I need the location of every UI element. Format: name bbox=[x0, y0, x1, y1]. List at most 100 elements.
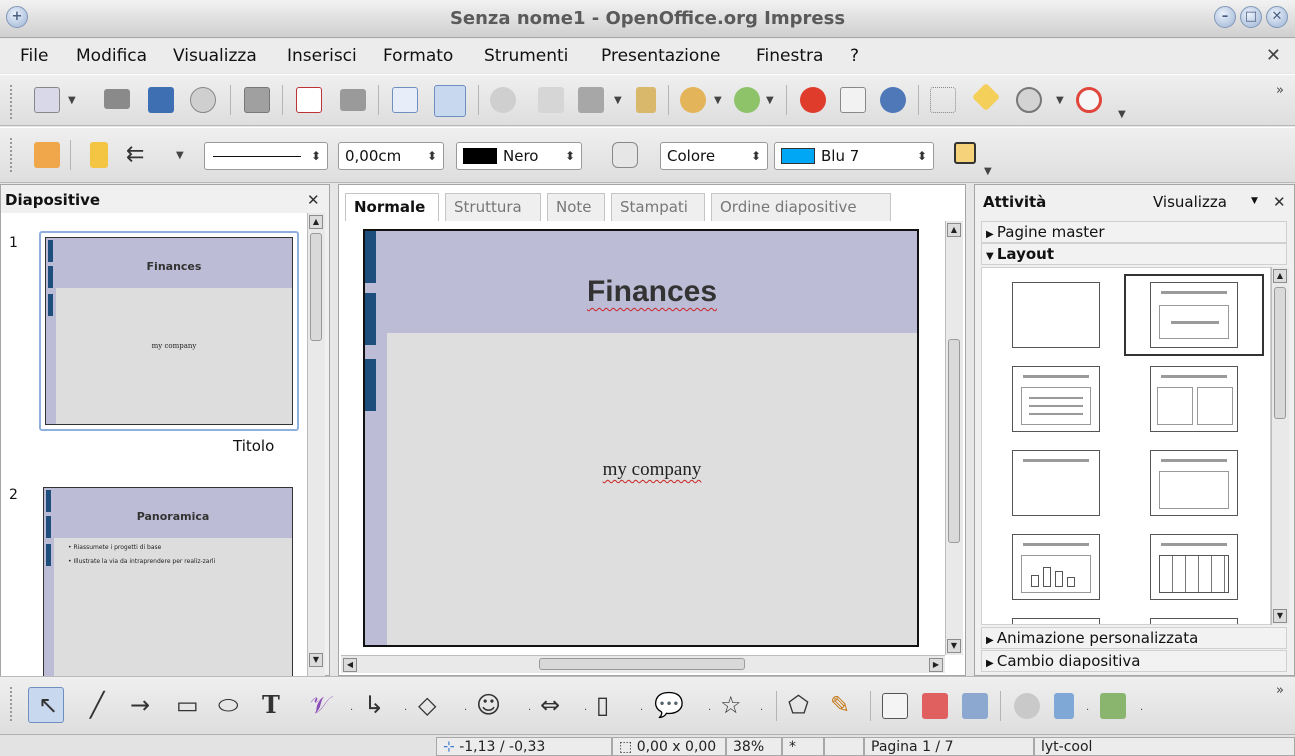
extrusion-icon[interactable] bbox=[1014, 693, 1040, 719]
line-tool-icon[interactable]: ╱ bbox=[90, 693, 104, 717]
zoom-field[interactable]: 38% bbox=[726, 737, 782, 756]
scroll-up-icon[interactable]: ▲ bbox=[1273, 269, 1287, 283]
scroll-down-icon[interactable]: ▼ bbox=[1273, 609, 1287, 623]
stars-dropdown-icon[interactable]: · bbox=[760, 705, 763, 716]
close-icon[interactable]: ✕ bbox=[1266, 6, 1288, 28]
minimize-icon[interactable]: – bbox=[1214, 6, 1236, 28]
section-custom-animation[interactable]: ▶ Animazione personalizzata bbox=[981, 627, 1287, 649]
maximize-icon[interactable]: □ bbox=[1240, 6, 1262, 28]
symbol-shapes-icon[interactable]: ☺ bbox=[476, 693, 501, 717]
shadow-icon[interactable] bbox=[954, 142, 976, 164]
table-icon[interactable] bbox=[840, 87, 866, 113]
paste-dropdown-icon[interactable]: ▼ bbox=[614, 95, 622, 106]
align-dropdown-icon[interactable]: · bbox=[1086, 705, 1089, 716]
arrow-line-icon[interactable]: → bbox=[130, 693, 150, 717]
area-color-select[interactable]: Blu 7 ⬍ bbox=[774, 142, 934, 170]
slides-scrollbar[interactable]: ▲ ▼ bbox=[307, 213, 325, 677]
line-style-hand-icon[interactable] bbox=[34, 142, 60, 168]
toolbar-more-icon[interactable]: ▼ bbox=[984, 166, 992, 177]
scroll-left-icon[interactable]: ◀ bbox=[343, 658, 357, 672]
toolbar-overflow-icon[interactable]: » bbox=[1276, 83, 1284, 98]
tab-slide-sorter[interactable]: Ordine diapositive bbox=[711, 193, 891, 221]
format-paintbrush-icon[interactable] bbox=[636, 87, 656, 113]
layout-more[interactable] bbox=[1150, 618, 1238, 624]
helplines-icon[interactable] bbox=[971, 82, 1001, 112]
line-width-field[interactable]: 0,00cm ⬍ bbox=[338, 142, 444, 170]
tab-handouts[interactable]: Stampati bbox=[611, 193, 705, 221]
navigator-icon[interactable] bbox=[880, 87, 906, 113]
toolbar-grip[interactable] bbox=[10, 138, 16, 172]
section-slide-transition[interactable]: ▶ Cambio diapositiva bbox=[981, 650, 1287, 672]
text-tool-icon[interactable]: T bbox=[262, 693, 280, 717]
layout-title-slide[interactable] bbox=[1150, 282, 1238, 348]
callouts-icon[interactable]: 💬 bbox=[654, 693, 684, 717]
connector-dropdown-icon[interactable]: · bbox=[404, 705, 407, 716]
scroll-down-icon[interactable]: ▼ bbox=[309, 653, 323, 667]
layout-title-chart[interactable] bbox=[1012, 534, 1100, 600]
stars-icon[interactable]: ☆ bbox=[720, 693, 742, 717]
print-icon[interactable] bbox=[340, 89, 366, 111]
redo-dropdown-icon[interactable]: ▼ bbox=[766, 95, 774, 106]
zoom-dropdown-icon[interactable]: ▼ bbox=[1056, 95, 1064, 106]
slide-title[interactable]: Finances bbox=[387, 275, 917, 309]
scroll-thumb[interactable] bbox=[948, 339, 960, 543]
menu-tools[interactable]: Strumenti bbox=[484, 46, 568, 66]
view-menu-button[interactable]: Visualizza bbox=[1153, 193, 1227, 211]
flowchart-dropdown-icon[interactable]: · bbox=[640, 705, 643, 716]
shapes-dropdown-icon[interactable]: · bbox=[464, 705, 467, 716]
slide-thumb-2[interactable]: Panoramica • Riassumete i progetti di ba… bbox=[43, 487, 293, 677]
arrow-style-icon[interactable]: ⇇ bbox=[126, 142, 144, 167]
mail-icon[interactable] bbox=[190, 87, 216, 113]
line-color-select[interactable]: Nero ⬍ bbox=[456, 142, 582, 170]
gallery-icon[interactable] bbox=[962, 693, 988, 719]
tab-normal[interactable]: Normale bbox=[345, 193, 439, 221]
undo-icon[interactable] bbox=[680, 87, 706, 113]
callouts-dropdown-icon[interactable]: · bbox=[708, 705, 711, 716]
section-master-pages[interactable]: ▶ Pagine master bbox=[981, 221, 1287, 243]
new-dropdown-icon[interactable]: ▼ bbox=[68, 95, 76, 106]
area-style-select[interactable]: Colore ⬍ bbox=[660, 142, 768, 170]
toolbar-grip[interactable] bbox=[10, 85, 16, 119]
scroll-thumb[interactable] bbox=[1274, 287, 1286, 419]
grid-icon[interactable] bbox=[930, 87, 956, 113]
open-icon[interactable] bbox=[104, 89, 130, 109]
basic-shapes-icon[interactable]: ◇ bbox=[418, 693, 436, 717]
editor-vertical-scrollbar[interactable]: ▲ ▼ bbox=[945, 221, 963, 655]
menu-presentation[interactable]: Presentazione bbox=[601, 46, 720, 66]
tab-outline[interactable]: Struttura bbox=[445, 193, 541, 221]
undo-dropdown-icon[interactable]: ▼ bbox=[714, 95, 722, 106]
layout-more[interactable] bbox=[1012, 618, 1100, 624]
ellipse-icon[interactable]: ⬭ bbox=[218, 693, 239, 717]
alignment-icon[interactable] bbox=[1054, 693, 1074, 719]
scroll-right-icon[interactable]: ▶ bbox=[929, 658, 943, 672]
layout-title-spreadsheet[interactable] bbox=[1150, 534, 1238, 600]
area-fill-icon[interactable] bbox=[612, 142, 638, 168]
layout-title-content[interactable] bbox=[1012, 366, 1100, 432]
scroll-thumb[interactable] bbox=[310, 233, 322, 341]
menu-help[interactable]: ? bbox=[850, 46, 859, 66]
cut-icon[interactable] bbox=[490, 87, 516, 113]
slides-pane-close-icon[interactable]: ✕ bbox=[307, 191, 320, 209]
new-document-icon[interactable] bbox=[34, 87, 60, 113]
scroll-up-icon[interactable]: ▲ bbox=[309, 215, 323, 229]
line-style-select[interactable]: ⬍ bbox=[204, 142, 328, 170]
arrows-dropdown-icon[interactable]: · bbox=[584, 705, 587, 716]
toolbar-grip[interactable] bbox=[10, 687, 16, 721]
glue-points-icon[interactable]: ✎ bbox=[830, 693, 850, 717]
current-slide[interactable]: Finances my company bbox=[363, 229, 919, 647]
toolbar-overflow-icon[interactable]: » bbox=[1276, 683, 1284, 698]
points-icon[interactable]: ⬠ bbox=[788, 693, 809, 717]
edit-file-icon[interactable] bbox=[244, 87, 270, 113]
menu-view[interactable]: Visualizza bbox=[173, 46, 257, 66]
chart-icon[interactable] bbox=[800, 87, 826, 113]
layout-title-only[interactable] bbox=[1012, 450, 1100, 516]
spellcheck-icon[interactable] bbox=[392, 87, 418, 113]
rectangle-icon[interactable]: ▭ bbox=[176, 693, 199, 717]
menu-file[interactable]: File bbox=[20, 46, 48, 66]
line-icon[interactable] bbox=[90, 142, 108, 168]
fontwork-icon[interactable] bbox=[882, 693, 908, 719]
auto-spellcheck-icon[interactable] bbox=[434, 85, 466, 117]
block-arrows-icon[interactable]: ⇔ bbox=[540, 693, 560, 717]
tab-notes[interactable]: Note bbox=[547, 193, 605, 221]
scroll-thumb[interactable] bbox=[539, 658, 745, 670]
